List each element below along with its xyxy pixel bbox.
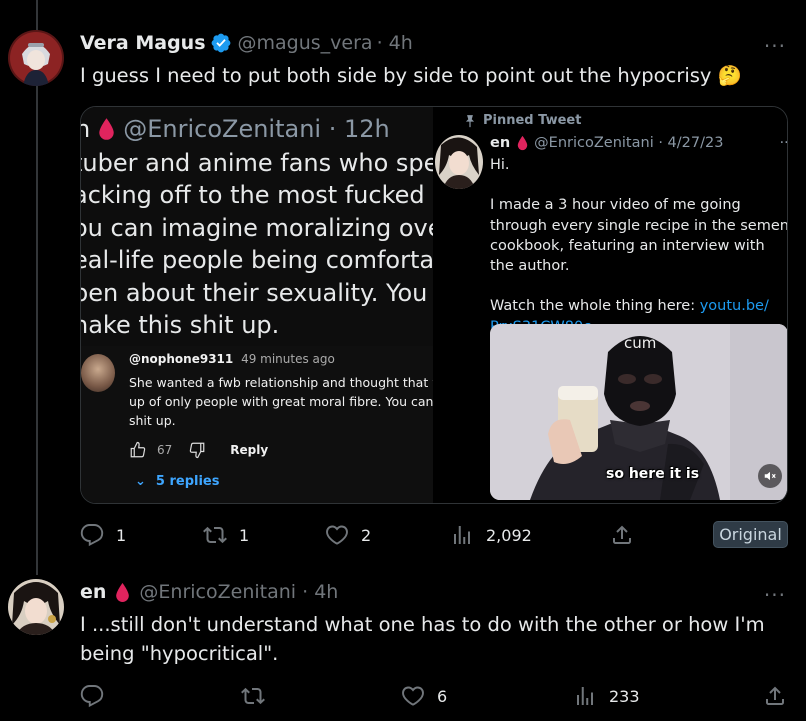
retweet-button[interactable]: 1 bbox=[203, 523, 249, 547]
display-name[interactable]: Vera Magus bbox=[80, 32, 206, 54]
video-thumbnail: cum so here it is bbox=[490, 324, 787, 500]
avatar-en-small bbox=[435, 135, 483, 189]
reply-button[interactable]: 1 bbox=[80, 523, 126, 547]
right-tweet-header: en @EnricoZenitani · 4/27/23 bbox=[490, 135, 723, 151]
chevron-down-icon: ⌄ bbox=[135, 474, 146, 489]
timestamp[interactable]: · 4h bbox=[377, 32, 413, 54]
name-fragment: n bbox=[81, 115, 90, 143]
retweet-button[interactable] bbox=[241, 684, 265, 708]
commenter-avatar bbox=[81, 354, 115, 392]
beanie-text: cum bbox=[624, 334, 656, 352]
reply-label: Reply bbox=[230, 443, 269, 457]
tweet-header: Vera Magus @magus_vera · 4h bbox=[80, 32, 413, 54]
pinned-label: Pinned Tweet bbox=[463, 113, 581, 128]
reply-button[interactable] bbox=[80, 684, 104, 708]
handle-time: @EnricoZenitani · 12h bbox=[123, 115, 390, 143]
comment-header: @nophone9311 49 minutes ago bbox=[129, 352, 335, 366]
line-description: I made a 3 hour video of me going throug… bbox=[490, 197, 788, 275]
comment-text: She wanted a fwb relationship and though… bbox=[129, 375, 433, 428]
replies-toggle: ⌄ 5 replies bbox=[135, 474, 219, 489]
screenshot-left: n @EnricoZenitani · 12h tuber and anime … bbox=[81, 107, 433, 503]
bar-chart-icon bbox=[454, 526, 470, 544]
blood-drop-icon bbox=[517, 135, 528, 151]
replies-count: 5 replies bbox=[155, 474, 220, 489]
share-icon bbox=[766, 686, 784, 705]
pinned-text: Pinned Tweet bbox=[483, 113, 582, 128]
like-button[interactable]: 2 bbox=[325, 523, 371, 547]
thumbs-up-icon bbox=[130, 441, 146, 458]
avatar-vera[interactable] bbox=[8, 30, 64, 86]
blood-drop-icon bbox=[116, 582, 130, 602]
share-icon bbox=[613, 525, 631, 544]
views-count: 2,092 bbox=[486, 525, 532, 545]
views-button[interactable]: 233 bbox=[573, 684, 640, 708]
heart-icon bbox=[326, 525, 348, 545]
bar-chart-icon bbox=[577, 687, 593, 705]
youtube-comment: @nophone9311 49 minutes ago She wanted a… bbox=[81, 346, 433, 503]
line-greeting: Hi. bbox=[490, 157, 510, 173]
pin-icon bbox=[465, 114, 475, 127]
share-button[interactable] bbox=[763, 684, 787, 708]
handle[interactable]: @magus_vera bbox=[238, 32, 373, 54]
tweet-en[interactable]: en @EnricoZenitani · 4h ··· I ...still d… bbox=[0, 570, 806, 721]
right-display-name: en bbox=[490, 135, 511, 151]
retweet-count: 1 bbox=[239, 525, 250, 545]
video-caption: so here it is bbox=[606, 466, 700, 482]
line-watch: Watch the whole thing here: bbox=[490, 298, 700, 315]
blood-drop-icon bbox=[99, 118, 114, 140]
like-count: 67 bbox=[157, 443, 173, 457]
reply-icon bbox=[80, 685, 104, 708]
thumbs-down-icon bbox=[190, 442, 205, 459]
like-button[interactable]: 6 bbox=[401, 684, 447, 708]
right-handle-date: @EnricoZenitani · 4/27/23 bbox=[534, 135, 724, 151]
like-count: 2 bbox=[361, 525, 372, 545]
retweet-icon bbox=[203, 526, 227, 544]
display-name[interactable]: en bbox=[80, 581, 106, 603]
attached-image[interactable]: n @EnricoZenitani · 12h tuber and anime … bbox=[80, 106, 788, 504]
comment-actions: 67 Reply bbox=[129, 441, 268, 459]
tweet-header: en @EnricoZenitani · 4h bbox=[80, 581, 338, 603]
comment-time: 49 minutes ago bbox=[241, 352, 335, 366]
left-tweet-header: n @EnricoZenitani · 12h bbox=[81, 115, 390, 143]
mute-button bbox=[758, 464, 782, 488]
commenter-name: @nophone9311 bbox=[129, 352, 234, 366]
reply-icon bbox=[80, 524, 104, 547]
heart-icon bbox=[402, 686, 424, 706]
handle-time[interactable]: @EnricoZenitani · 4h bbox=[139, 581, 338, 603]
tweet-text: I ...still don't understand what one has… bbox=[80, 613, 765, 665]
like-count: 6 bbox=[437, 686, 448, 706]
tweet-text: I guess I need to put both side by side … bbox=[80, 64, 742, 87]
screenshot-right: Pinned Tweet en @EnricoZenitani · 4/27/2… bbox=[433, 107, 788, 503]
avatar-en[interactable] bbox=[8, 579, 64, 635]
tweet-vera[interactable]: Vera Magus @magus_vera · 4h ··· I guess … bbox=[0, 0, 806, 560]
views-button[interactable]: 2,092 bbox=[450, 523, 532, 547]
left-tweet-text: tuber and anime fans who spend acking of… bbox=[81, 149, 433, 340]
more-options-icon: ··· bbox=[779, 135, 787, 151]
verified-badge-icon bbox=[211, 33, 230, 53]
more-options-icon[interactable]: ··· bbox=[764, 583, 786, 607]
retweet-icon bbox=[241, 687, 265, 705]
right-tweet-text: Hi. I made a 3 hour video of me going th… bbox=[490, 155, 788, 337]
share-button[interactable] bbox=[610, 523, 634, 547]
reply-count: 1 bbox=[116, 525, 127, 545]
original-button[interactable]: Original bbox=[713, 521, 788, 548]
more-options-icon[interactable]: ··· bbox=[764, 34, 786, 58]
views-count: 233 bbox=[609, 686, 640, 706]
speaker-muted-icon bbox=[764, 471, 776, 481]
